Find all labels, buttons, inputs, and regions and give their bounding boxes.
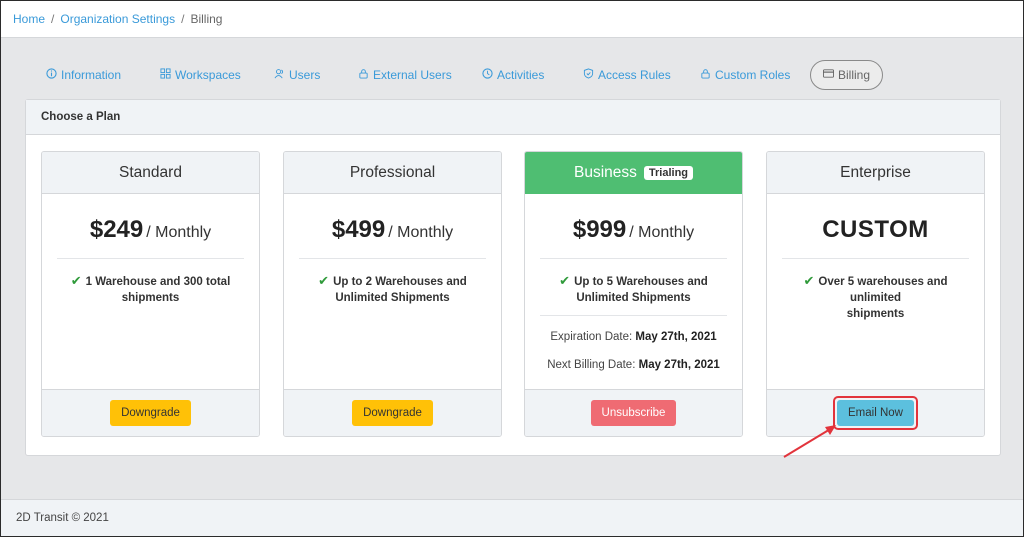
check-icon: ✔: [803, 273, 815, 288]
feature-line: Up to 5 Warehouses and: [574, 276, 708, 288]
tab-label: Billing: [838, 68, 871, 82]
tab-workspaces[interactable]: Workspaces: [160, 60, 241, 90]
trialing-badge: Trialing: [643, 165, 694, 180]
price-amount: $999: [572, 216, 627, 243]
email-now-button[interactable]: Email Now: [837, 400, 914, 426]
tab-information[interactable]: Information: [46, 60, 121, 90]
feature-line: Over 5 warehouses and unlimited: [818, 276, 948, 304]
feature-line: 1 Warehouse and 300 total: [85, 276, 231, 288]
breadcrumb-separator: /: [181, 12, 185, 26]
expiration-date: Expiration Date: May 27th, 2021: [525, 331, 742, 343]
tab-label: Users: [289, 68, 321, 82]
plan-name: Professional: [284, 152, 501, 194]
tab-users[interactable]: Users: [274, 60, 320, 90]
shield-icon: [583, 68, 594, 82]
tab-custom-roles[interactable]: Custom Roles: [700, 60, 790, 90]
check-icon: ✔: [559, 273, 571, 288]
downgrade-button[interactable]: Downgrade: [110, 400, 191, 426]
plan-card-professional: Professional $499/ Monthly ✔ Up to 2 Ware…: [283, 151, 502, 437]
tab-label: Information: [61, 68, 122, 82]
users-icon: [274, 68, 285, 82]
feature-line: Up to 2 Warehouses and: [333, 276, 467, 288]
plan-feature: ✔ Over 5 warehouses and unlimited shipmen…: [781, 273, 970, 322]
plan-card-standard: Standard $249/ Monthly ✔ 1 Warehouse and …: [41, 151, 260, 437]
credit-card-icon: [823, 68, 834, 82]
price-period: / Monthly: [629, 224, 695, 241]
check-icon: ✔: [70, 273, 82, 288]
price-period: / Monthly: [146, 224, 212, 241]
plan-price: CUSTOM: [767, 216, 984, 244]
feature-line: shipments: [121, 292, 180, 304]
plan-feature: ✔ 1 Warehouse and 300 total shipments: [64, 273, 237, 306]
plan-card-enterprise: Enterprise CUSTOM ✔ Over 5 warehouses and…: [766, 151, 985, 437]
breadcrumb-organization-settings[interactable]: Organization Settings: [60, 12, 175, 26]
divider: [782, 258, 969, 259]
plan-price: $999/ Monthly: [525, 216, 742, 244]
tab-label: Access Rules: [598, 68, 671, 82]
tab-activities[interactable]: Activities: [482, 60, 544, 90]
lock-icon: [358, 68, 369, 82]
price-period: / Monthly: [388, 224, 454, 241]
plan-panel: Choose a Plan Standard $249/ Monthly ✔ 1 …: [25, 99, 1001, 456]
breadcrumb: Home / Organization Settings / Billing: [1, 1, 1023, 38]
plan-name: Enterprise: [767, 152, 984, 194]
price-amount: $499: [331, 216, 386, 243]
plan-name: Standard: [42, 152, 259, 194]
next-billing-value: May 27th, 2021: [638, 359, 720, 371]
breadcrumb-home[interactable]: Home: [13, 12, 45, 26]
breadcrumb-separator: /: [51, 12, 55, 26]
divider: [540, 258, 727, 259]
tab-access-rules[interactable]: Access Rules: [583, 60, 671, 90]
plan-feature: ✔ Up to 5 Warehouses and Unlimited Shipme…: [547, 273, 720, 306]
card-footer: Downgrade: [284, 389, 501, 436]
grid-icon: [160, 68, 171, 82]
highlight-box: Email Now: [833, 396, 918, 430]
expiration-label: Expiration Date:: [550, 331, 633, 343]
plan-price: $249/ Monthly: [42, 216, 259, 244]
divider: [57, 258, 244, 259]
next-billing-date: Next Billing Date: May 27th, 2021: [525, 359, 742, 371]
tab-billing[interactable]: Billing: [810, 60, 884, 90]
settings-tabs: Information Workspaces Users External Us…: [24, 60, 1004, 92]
feature-line: Unlimited Shipments: [576, 292, 691, 304]
clock-icon: [482, 68, 493, 82]
plan-header: Business Trialing: [525, 152, 742, 194]
feature-line: shipments: [846, 308, 905, 320]
info-icon: [46, 68, 57, 82]
card-footer: Unsubscribe: [525, 389, 742, 436]
tab-label: Activities: [497, 68, 545, 82]
price-amount: $249: [89, 216, 144, 243]
divider: [540, 315, 727, 316]
panel-title: Choose a Plan: [26, 100, 1000, 135]
page-footer: 2D Transit © 2021: [1, 499, 1023, 536]
expiration-value: May 27th, 2021: [635, 331, 717, 343]
tab-label: Workspaces: [175, 68, 241, 82]
downgrade-button[interactable]: Downgrade: [352, 400, 433, 426]
plan-price: $499/ Monthly: [284, 216, 501, 244]
divider: [299, 258, 486, 259]
plan-name: Business: [573, 163, 637, 181]
tab-external-users[interactable]: External Users: [358, 60, 452, 90]
price-custom: CUSTOM: [822, 216, 929, 243]
feature-line: Unlimited Shipments: [335, 292, 450, 304]
tab-label: External Users: [373, 68, 452, 82]
annotation-arrow: [783, 425, 836, 458]
lock-icon: [700, 68, 711, 82]
check-icon: ✔: [318, 273, 330, 288]
tab-label: Custom Roles: [715, 68, 791, 82]
card-footer: Downgrade: [42, 389, 259, 436]
unsubscribe-button[interactable]: Unsubscribe: [590, 400, 677, 426]
plan-feature: ✔ Up to 2 Warehouses and Unlimited Shipme…: [306, 273, 479, 306]
next-billing-label: Next Billing Date:: [547, 359, 636, 371]
plan-card-business: Business Trialing $999/ Monthly ✔ Up to 5…: [524, 151, 743, 437]
footer-copyright: 2D Transit © 2021: [16, 512, 109, 524]
breadcrumb-current: Billing: [190, 12, 223, 26]
